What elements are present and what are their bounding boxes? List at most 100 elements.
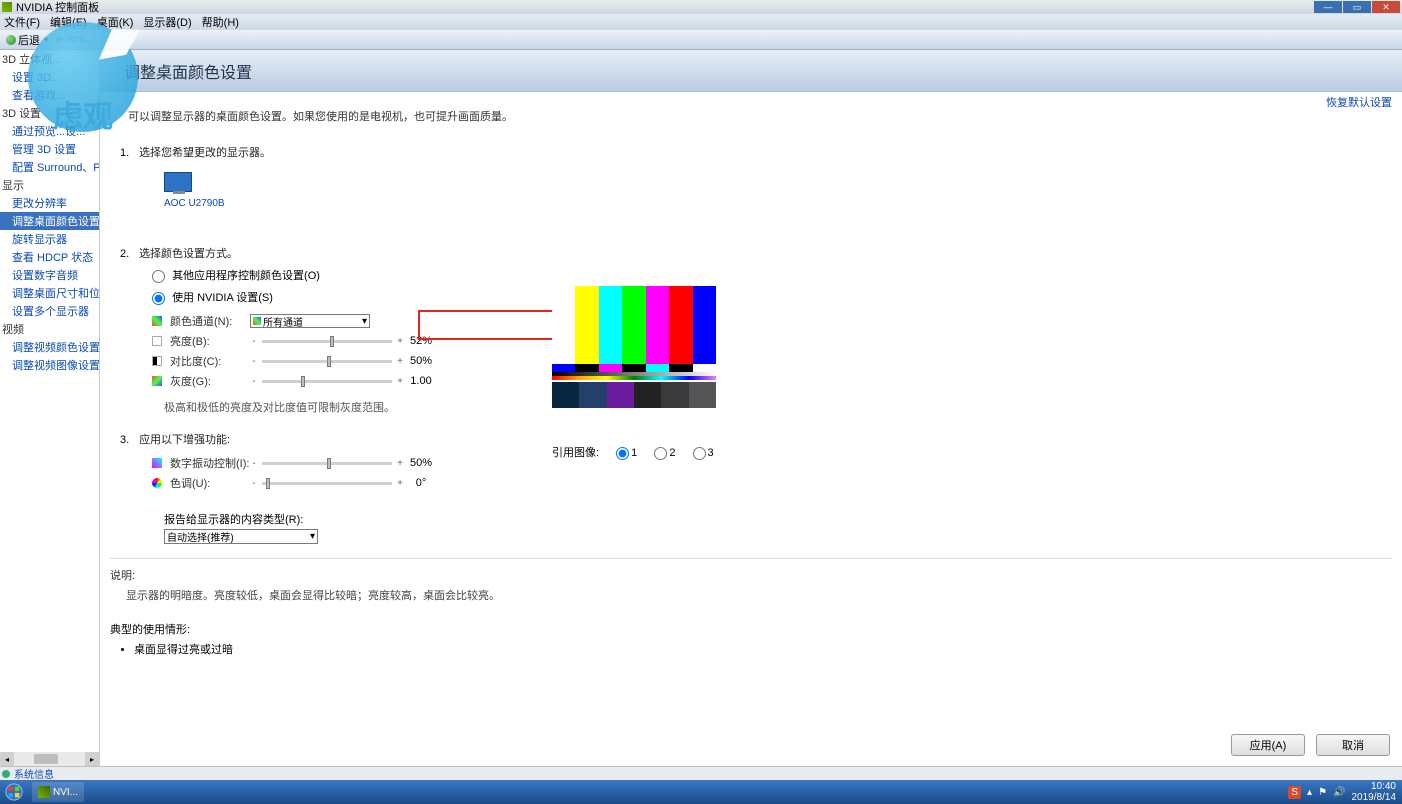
dvc-slider[interactable] — [262, 462, 392, 465]
color-channel-combo[interactable]: 所有通道 ▾ — [250, 314, 370, 328]
contrast-slider[interactable] — [262, 360, 392, 363]
sidebar-horizontal-scrollbar[interactable]: ◂ ▸ — [0, 752, 99, 766]
tree-node[interactable]: 旋转显示器 — [0, 230, 99, 248]
navigation-tree: 3D 立体视... 设置 3D... 查看游戏... 3D 设置 通过预览...… — [0, 50, 100, 766]
monitor-icon[interactable] — [164, 172, 192, 192]
tree-category-3d-settings[interactable]: 3D 设置 — [0, 104, 99, 122]
menu-display[interactable]: 显示器(D) — [143, 14, 191, 30]
chevron-down-icon: ▾ — [310, 531, 315, 542]
explain-header: 说明: — [110, 567, 1402, 583]
status-dot-icon — [2, 770, 10, 778]
step2-title: 选择颜色设置方式。 — [139, 248, 238, 260]
tray-flag-icon[interactable]: ⚑ — [1318, 787, 1327, 798]
explain-body: 显示器的明暗度。亮度较低，桌面会显得比较暗；亮度较高，桌面会比较亮。 — [126, 587, 1402, 603]
gamma-swatch-icon — [152, 376, 162, 386]
tree-node[interactable]: 设置 3D... — [0, 68, 99, 86]
menu-desktop[interactable]: 桌面(K) — [97, 14, 134, 30]
slider-thumb[interactable] — [301, 376, 305, 387]
tree-node[interactable]: 调整视频颜色设置 — [0, 338, 99, 356]
brightness-swatch-icon — [152, 336, 162, 346]
step1-title: 选择您希望更改的显示器。 — [139, 147, 271, 159]
cancel-button[interactable]: 取消 — [1316, 734, 1390, 756]
slider-thumb[interactable] — [330, 336, 334, 347]
gamma-value: 1.00 — [404, 375, 438, 387]
nvidia-icon — [38, 786, 50, 798]
channel-label: 颜色通道(N): — [170, 313, 250, 329]
tree-category-display[interactable]: 显示 — [0, 176, 99, 194]
tree-node[interactable]: 设置数字音频 — [0, 266, 99, 284]
contrast-value: 50% — [404, 355, 438, 367]
scroll-left-arrow[interactable]: ◂ — [0, 752, 14, 766]
reference-image-group: 引用图像: 1 2 3 — [552, 444, 714, 460]
tree-node[interactable]: 管理 3D 设置 — [0, 140, 99, 158]
brightness-value: 52% — [404, 335, 438, 347]
window-maximize-button[interactable]: ▭ — [1343, 1, 1371, 13]
usecase-header: 典型的使用情形: — [110, 621, 1402, 637]
menu-file[interactable]: 文件(F) — [4, 14, 40, 30]
step3-title: 应用以下增强功能: — [139, 434, 230, 446]
slider-thumb[interactable] — [327, 356, 331, 367]
tree-node[interactable]: 查看 HDCP 状态 — [0, 248, 99, 266]
gamma-label: 灰度(G): — [170, 373, 250, 389]
gamma-slider[interactable] — [262, 380, 392, 383]
radio-nvidia-label: 使用 NVIDIA 设置(S) — [172, 292, 273, 304]
page-description: 可以调整显示器的桌面颜色设置。如果您使用的是电视机，也可提升画面质量。 — [128, 108, 1382, 124]
content-type-combo[interactable]: 自动选择(推荐) ▾ — [164, 529, 318, 544]
brightness-slider[interactable] — [262, 340, 392, 343]
window-close-button[interactable]: ✕ — [1372, 1, 1400, 13]
back-button[interactable]: 后退 ▾ — [6, 32, 48, 48]
dvc-swatch-icon — [152, 458, 162, 468]
scroll-right-arrow[interactable]: ▸ — [85, 752, 99, 766]
tray-volume-icon[interactable]: 🔊 — [1333, 787, 1345, 798]
tree-node[interactable]: 配置 Surround、Ph... — [0, 158, 99, 176]
combo-swatch-icon — [253, 317, 261, 325]
menu-bar: 文件(F) 编辑(E) 桌面(K) 显示器(D) 帮助(H) — [0, 14, 1402, 30]
dvc-label: 数字振动控制(I): — [170, 455, 250, 471]
scroll-thumb[interactable] — [34, 754, 58, 764]
windows-taskbar: NVI... S ▴ ⚑ 🔊 10:40 2019/8/14 — [0, 780, 1402, 804]
slider-thumb[interactable] — [266, 478, 270, 489]
contrast-swatch-icon — [152, 356, 162, 366]
refimg-radio-2[interactable] — [654, 447, 667, 460]
tree-node[interactable]: 通过预览...设... — [0, 122, 99, 140]
hue-label: 色调(U): — [170, 475, 250, 491]
tree-node[interactable]: 调整视频图像设置 — [0, 356, 99, 374]
hue-value: 0° — [404, 477, 438, 489]
start-button[interactable] — [0, 780, 28, 804]
tray-chevron-icon[interactable]: ▴ — [1307, 787, 1312, 798]
contrast-label: 对比度(C): — [170, 353, 250, 369]
apply-button[interactable]: 应用(A) — [1231, 734, 1305, 756]
window-titlebar: NVIDIA 控制面板 — ▭ ✕ — [0, 0, 1402, 14]
gamma-limit-note: 极高和极低的亮度及对比度值可限制灰度范围。 — [164, 399, 1402, 415]
restore-defaults-link[interactable]: 恢复默认设置 — [1326, 94, 1392, 110]
page-title: 调整桌面颜色设置 — [100, 50, 1402, 92]
tree-node[interactable]: 设置多个显示器 — [0, 302, 99, 320]
refimg-label: 引用图像: — [552, 447, 599, 459]
tree-node[interactable]: 调整桌面尺寸和位置 — [0, 284, 99, 302]
app-icon — [2, 2, 12, 12]
hue-slider[interactable] — [262, 482, 392, 485]
system-info-bar[interactable]: 系统信息 — [0, 766, 1402, 780]
radio-other-apps-label: 其他应用程序控制颜色设置(O) — [172, 270, 320, 282]
menu-edit[interactable]: 编辑(E) — [50, 14, 87, 30]
tree-node[interactable]: 查看游戏... — [0, 86, 99, 104]
radio-other-apps[interactable] — [152, 270, 165, 283]
monitor-name[interactable]: AOC U2790B — [164, 198, 1402, 209]
tree-node-active[interactable]: 调整桌面颜色设置 — [0, 212, 99, 230]
tree-category-video[interactable]: 视频 — [0, 320, 99, 338]
dvc-value: 50% — [404, 457, 438, 469]
breadcrumb: a->b:s... — [56, 34, 92, 45]
tree-category-3d-vision[interactable]: 3D 立体视... — [0, 50, 99, 68]
chevron-down-icon: ▾ — [44, 35, 48, 44]
taskbar-clock[interactable]: 10:40 2019/8/14 — [1352, 781, 1397, 803]
slider-thumb[interactable] — [327, 458, 331, 469]
menu-help[interactable]: 帮助(H) — [202, 14, 239, 30]
radio-nvidia[interactable] — [152, 292, 165, 305]
tray-ime-icon[interactable]: S — [1288, 786, 1301, 799]
tree-node[interactable]: 更改分辨率 — [0, 194, 99, 212]
taskbar-app-nvidia[interactable]: NVI... — [32, 782, 84, 802]
refimg-radio-1[interactable] — [616, 447, 629, 460]
refimg-radio-3[interactable] — [693, 447, 706, 460]
window-minimize-button[interactable]: — — [1314, 1, 1342, 13]
back-icon — [6, 35, 16, 45]
